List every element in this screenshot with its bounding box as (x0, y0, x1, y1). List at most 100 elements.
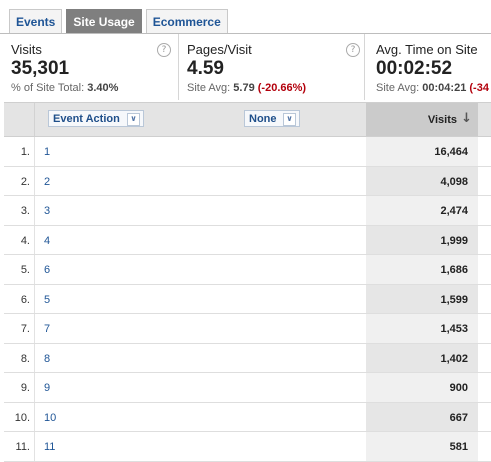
row-index: 10. (14, 411, 30, 424)
tab-site-usage[interactable]: Site Usage (66, 9, 142, 33)
row-index: 6. (20, 293, 30, 306)
column-divider (34, 432, 35, 461)
dimension-selector-secondary[interactable]: None ∨ (244, 110, 300, 127)
metric-sub-delta: (-34 (469, 82, 489, 94)
metric-sub: Site Avg: 00:04:21 (-34 (376, 82, 489, 94)
table-row: 2. 2 4,098 (4, 166, 491, 196)
event-action-link[interactable]: 2 (44, 176, 50, 188)
visits-value: 1,999 (440, 234, 468, 247)
metric-sub: Site Avg: 5.79 (-20.66%) (187, 82, 306, 94)
visits-value: 1,453 (440, 323, 468, 335)
visits-value: 1,686 (440, 264, 468, 276)
event-action-link[interactable]: 9 (44, 382, 50, 394)
visits-cell: 16,464 (366, 137, 478, 166)
row-index: 5. (20, 264, 30, 276)
metric-sub-label: % of Site Total: (11, 82, 85, 94)
column-divider (34, 137, 35, 166)
table-header: Event Action ∨ None ∨ Visits ↓ (4, 102, 491, 137)
metric-name: Pages/Visit (187, 42, 252, 57)
row-index: 7. (20, 323, 30, 335)
row-index: 1. (20, 146, 30, 158)
row-index: 4. (20, 234, 30, 247)
table-row: 9. 9 900 (4, 373, 491, 403)
row-index: 8. (20, 352, 30, 365)
chevron-down-icon: ∨ (127, 113, 140, 126)
tab-ecommerce[interactable]: Ecommerce (145, 9, 228, 33)
help-icon[interactable]: ? (346, 43, 360, 57)
column-divider (34, 314, 35, 343)
event-action-link[interactable]: 3 (44, 205, 50, 217)
metric-sub-value: 5.79 (233, 82, 255, 94)
visits-cell: 1,686 (366, 255, 478, 284)
visits-value: 1,599 (440, 293, 468, 306)
visits-value: 4,098 (440, 175, 468, 188)
event-action-link[interactable]: 10 (44, 412, 56, 424)
column-header-label: Visits (427, 114, 457, 126)
visits-cell: 1,453 (366, 314, 478, 343)
visits-cell: 900 (366, 373, 478, 402)
table-row: 3. 3 2,474 (4, 196, 491, 226)
metric-name: Avg. Time on Site (376, 42, 478, 57)
visits-cell: 4,098 (366, 166, 478, 195)
column-divider (34, 373, 35, 402)
event-action-link[interactable]: 5 (44, 294, 50, 306)
metric-sub-value: 3.40% (87, 82, 119, 94)
table-row: 1. 1 16,464 (4, 137, 491, 167)
visits-cell: 581 (366, 432, 478, 461)
metric-sub-label: Site Avg: (187, 82, 231, 94)
help-icon[interactable]: ? (157, 43, 171, 57)
metric-value: 4.59 (187, 58, 224, 79)
event-action-link[interactable]: 6 (44, 264, 50, 276)
table-row: 6. 5 1,599 (4, 284, 491, 314)
column-header-visits[interactable]: Visits ↓ (366, 103, 478, 136)
metric-value: 00:02:52 (376, 58, 453, 79)
column-divider (34, 103, 35, 136)
table-row: 7. 7 1,453 (4, 314, 491, 344)
visits-cell: 667 (366, 402, 478, 431)
visits-value: 900 (449, 382, 468, 394)
row-index: 3. (20, 205, 30, 217)
table-row: 10. 10 667 (4, 402, 491, 432)
report-tabs: Events Site Usage Ecommerce (9, 9, 232, 34)
event-action-link[interactable]: 8 (44, 353, 50, 365)
visits-value: 16,464 (434, 146, 468, 158)
metric-visits: Visits ? 35,301 % of Site Total: 3.40% (0, 34, 178, 100)
dimension-label: None (249, 113, 277, 125)
metric-sub: % of Site Total: 3.40% (11, 82, 118, 94)
column-divider (34, 402, 35, 431)
table-row: 11. 11 581 (4, 432, 491, 462)
metric-pages-per-visit: Pages/Visit ? 4.59 Site Avg: 5.79 (-20.6… (178, 34, 364, 100)
event-action-link[interactable]: 11 (44, 441, 55, 453)
metric-sub-delta: (-20.66%) (257, 82, 307, 94)
row-index: 2. (20, 175, 30, 188)
event-action-link[interactable]: 4 (44, 235, 50, 247)
sort-descending-icon: ↓ (461, 111, 472, 126)
column-divider (34, 225, 35, 254)
visits-cell: 2,474 (366, 196, 478, 225)
table-row: 8. 8 1,402 (4, 343, 491, 373)
data-table: Event Action ∨ None ∨ Visits ↓ 1. 1 16,464… (4, 102, 491, 462)
dimension-selector-primary[interactable]: Event Action ∨ (48, 110, 144, 127)
event-action-link[interactable]: 1 (44, 146, 50, 158)
column-divider (34, 255, 35, 284)
column-divider (34, 284, 35, 313)
metric-value: 35,301 (11, 58, 70, 79)
metric-name: Visits (11, 42, 42, 57)
visits-value: 2,474 (440, 205, 468, 217)
visits-value: 667 (449, 411, 468, 424)
row-index: 11. (15, 441, 30, 453)
visits-cell: 1,402 (366, 343, 478, 372)
event-action-link[interactable]: 7 (44, 323, 50, 335)
visits-cell: 1,599 (366, 284, 478, 313)
chevron-down-icon: ∨ (283, 113, 296, 126)
table-body: 1. 1 16,464 2. 2 4,098 3. 3 2,474 4. 4 1,999 5. 6 1,68… (4, 137, 491, 462)
tab-events[interactable]: Events (9, 9, 63, 33)
visits-value: 1,402 (440, 352, 468, 365)
column-divider (34, 343, 35, 372)
dimension-label: Event Action (53, 113, 120, 125)
table-row: 5. 6 1,686 (4, 255, 491, 285)
row-index: 9. (20, 382, 30, 394)
column-divider (34, 196, 35, 225)
metrics-summary: Visits ? 35,301 % of Site Total: 3.40% P… (0, 34, 491, 100)
column-divider (34, 166, 35, 195)
